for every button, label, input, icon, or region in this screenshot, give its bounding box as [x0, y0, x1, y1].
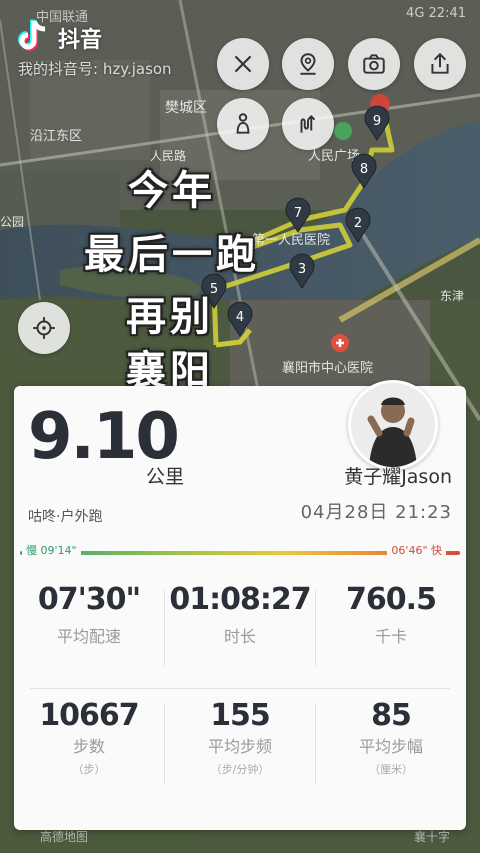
park-icon — [334, 122, 352, 140]
map-label-fancheng: 樊城区 — [165, 100, 207, 116]
recenter-icon — [33, 317, 55, 339]
map-label-hospital-first: 第一人民医院 — [252, 233, 330, 248]
runner-icon — [236, 113, 250, 134]
camera-button[interactable] — [348, 38, 400, 90]
overlay-text-line-1: 今年 — [128, 168, 216, 214]
stat-cadence: 155 平均步频 （步/分钟） — [165, 698, 315, 777]
route-toggle-button[interactable] — [282, 98, 334, 150]
runner-view-button[interactable] — [217, 98, 269, 150]
pace-slow-label: 慢 09'14" — [22, 542, 81, 558]
camera-icon — [363, 54, 385, 74]
stat-label: 步数 — [72, 737, 105, 756]
tiktok-logo-icon — [18, 19, 46, 51]
map-attribution: 高德地图 — [40, 830, 89, 844]
map-label-bottom: 襄十字 — [413, 830, 450, 844]
pace-fast-label: 06'46" 快 — [387, 542, 446, 558]
stat-duration: 01:08:27 时长 — [165, 582, 315, 647]
status-right: 4G 22:41 — [406, 6, 466, 21]
divider — [315, 704, 316, 784]
stat-avg-pace: 07'30" 平均配速 — [14, 582, 164, 647]
divider — [30, 688, 450, 689]
avatar[interactable] — [348, 380, 438, 470]
stat-label: 平均步频 — [207, 737, 272, 756]
divider — [164, 590, 165, 666]
stat-unit: （步） — [72, 763, 106, 776]
share-button[interactable] — [414, 38, 466, 90]
stat-value: 10667 — [39, 698, 139, 733]
distance-unit: 公里 — [146, 466, 185, 488]
stat-value: 07'30" — [37, 582, 141, 617]
share-icon — [431, 52, 449, 74]
stat-value: 85 — [371, 698, 412, 733]
stat-label: 千卡 — [374, 627, 407, 646]
map-label-park: 公园 — [0, 215, 24, 229]
stat-unit: （厘米） — [369, 763, 413, 776]
route-marker-label: 3 — [298, 262, 306, 277]
stat-label: 平均步幅 — [358, 737, 423, 756]
recenter-button[interactable] — [18, 302, 70, 354]
stat-value: 01:08:27 — [169, 582, 311, 617]
stat-value: 760.5 — [346, 582, 437, 617]
route-marker-label: 4 — [236, 310, 244, 325]
stat-label: 时长 — [223, 627, 256, 646]
close-button[interactable] — [217, 38, 269, 90]
overlay-text-line-2: 最后一跑 — [84, 232, 260, 278]
stat-steps: 10667 步数 （步） — [14, 698, 164, 777]
divider — [315, 590, 316, 666]
route-marker-label: 8 — [360, 162, 368, 177]
route-toggle-icon — [300, 115, 316, 133]
stats-row-1: 07'30" 平均配速 01:08:27 时长 760.5 千卡 — [14, 582, 466, 682]
route-marker-label: 7 — [294, 206, 302, 221]
map-label-yanbei: 沿江东区 — [30, 129, 82, 144]
location-pin-icon — [300, 53, 316, 75]
username[interactable]: 黄子耀Jason — [344, 462, 452, 489]
location-button[interactable] — [282, 38, 334, 90]
stats-row-2: 10667 步数 （步） 155 平均步频 （步/分钟） 85 平均步幅 （厘米… — [14, 698, 466, 798]
stat-value: 155 — [210, 698, 271, 733]
map-label-central-hospital: 襄阳市中心医院 — [282, 360, 373, 376]
stat-calories: 760.5 千卡 — [316, 582, 466, 647]
map-label-dongjin: 东津 — [440, 289, 464, 303]
map-label-people-square: 人民广场 — [308, 149, 360, 164]
route-marker-label: 2 — [354, 216, 362, 231]
activity-datetime: 04月28日 21:23 — [300, 502, 452, 523]
tiktok-id: 我的抖音号: hzy.jason — [18, 60, 172, 78]
divider — [164, 704, 165, 784]
activity-source: 咕咚·户外跑 — [28, 509, 103, 525]
stat-unit: （步/分钟） — [210, 763, 270, 776]
stat-label: 平均配速 — [56, 627, 121, 646]
route-marker-label: 9 — [373, 114, 381, 129]
overlay-text-line-3: 再别 — [126, 294, 214, 340]
stat-stride: 85 平均步幅 （厘米） — [316, 698, 466, 777]
tiktok-app-name: 抖音 — [58, 28, 103, 53]
close-icon — [234, 55, 252, 73]
run-summary-card: 9.10 公里 咕咚·户外跑 黄子耀Jason 04月28日 21:23 慢 0… — [14, 380, 466, 830]
